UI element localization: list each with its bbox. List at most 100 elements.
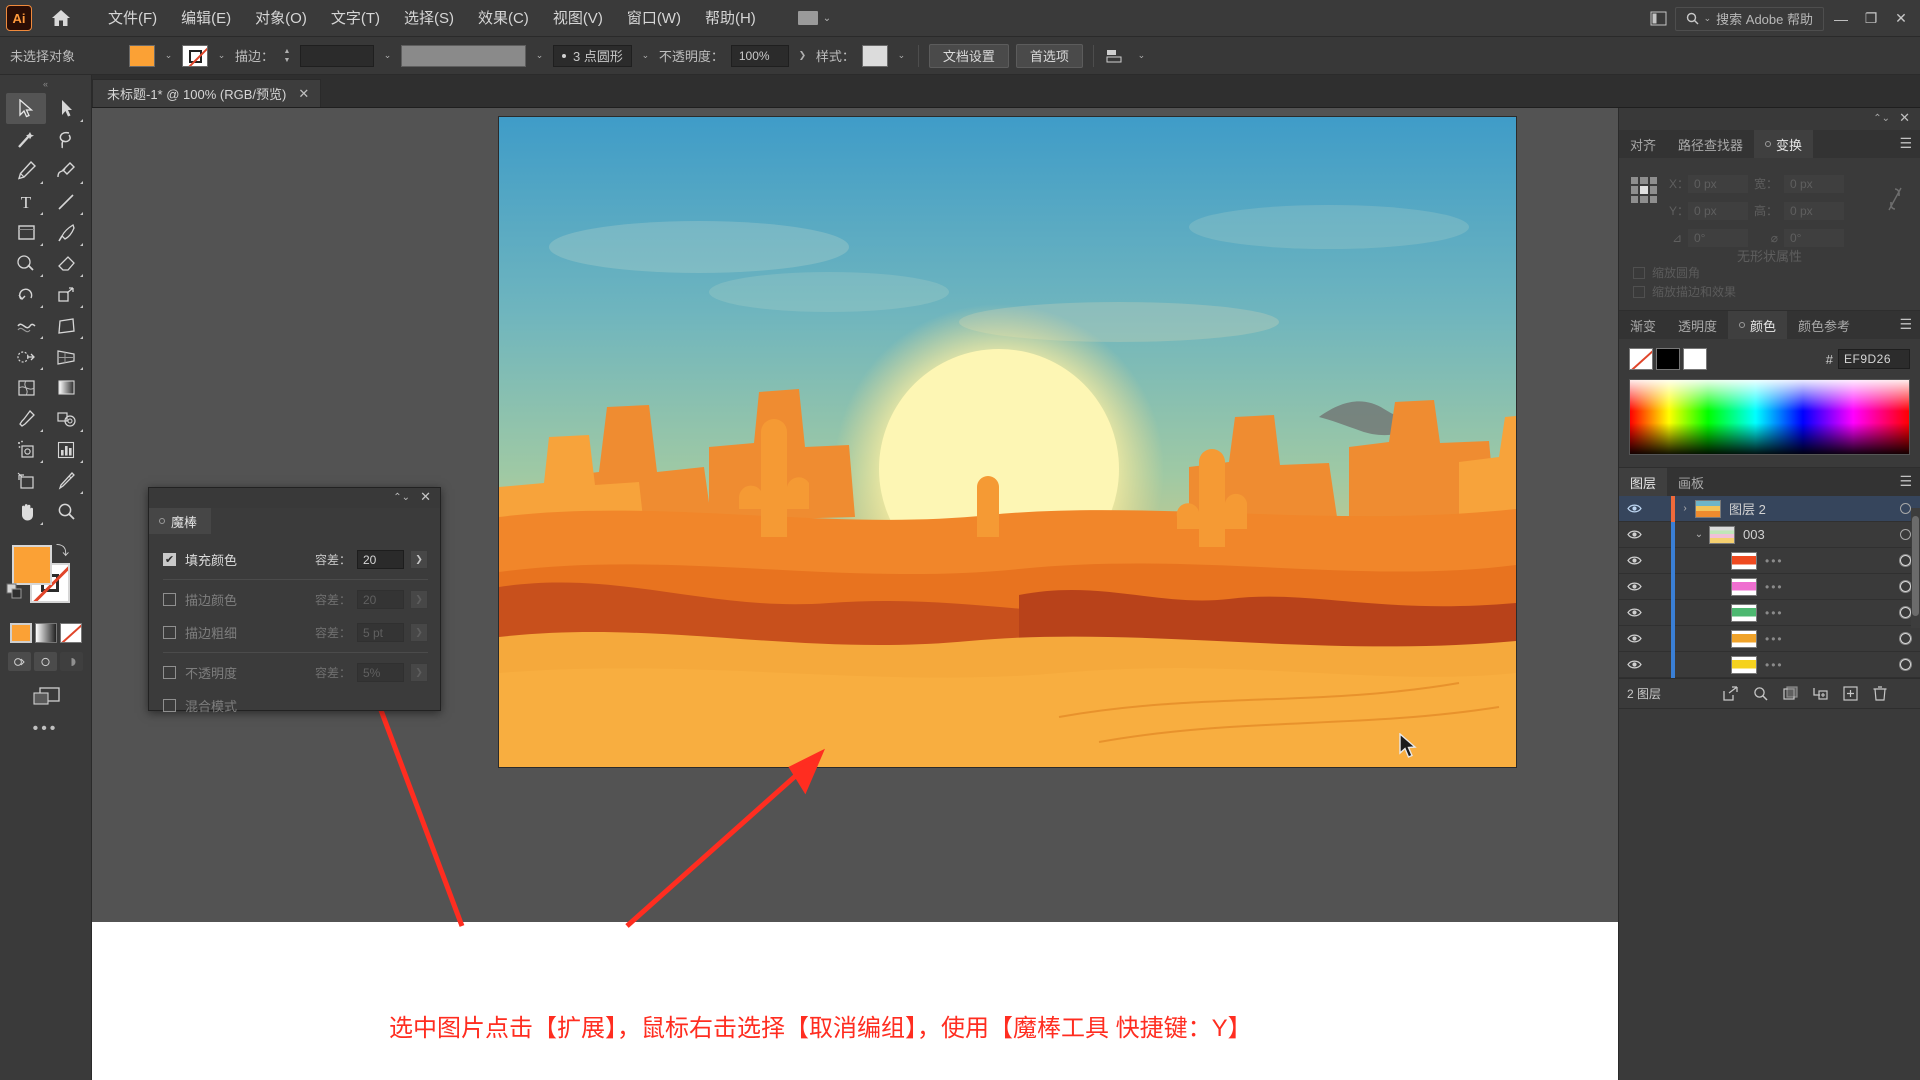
table-row[interactable]: ••• [1619,651,1920,678]
stroke-color-checkbox[interactable] [163,593,176,606]
menu-type[interactable]: 文字(T) [319,0,392,37]
close-button[interactable]: ✕ [1888,7,1914,31]
create-sublayer-icon[interactable] [1805,680,1835,708]
stroke-weight-stepper[interactable]: ▲ ▼ [281,45,293,67]
pen-tool[interactable] [6,155,46,186]
blending-mode-checkbox[interactable] [163,699,176,712]
width-input[interactable]: 0 px [1783,173,1845,194]
table-row[interactable]: ••• [1619,547,1920,574]
style-caret-icon[interactable]: ⌄ [895,46,908,66]
slice-tool[interactable] [46,465,86,496]
tab-pathfinder[interactable]: 路径查找器 [1667,130,1755,158]
create-new-layer-icon[interactable] [1835,680,1865,708]
color-fill-button[interactable] [9,623,32,643]
gradient-tool[interactable] [46,372,86,403]
home-icon[interactable] [46,5,76,31]
opacity-tolerance-input[interactable]: 5% [357,663,404,682]
eyedropper-tool[interactable] [6,403,46,434]
magic-wand-tab[interactable]: 魔棒 [149,508,211,534]
row-fill-color[interactable]: ✔ 填充颜色 容差： 20 ❯ [163,543,428,576]
artboard[interactable] [499,117,1516,767]
menu-window[interactable]: 窗口(W) [615,0,693,37]
layer-target-icon[interactable] [1890,633,1920,644]
rectangle-tool[interactable] [6,217,46,248]
opacity-field[interactable]: 100% [730,44,789,67]
magic-wand-titlebar[interactable]: ⌃⌄ ✕ [149,488,440,508]
draw-normal-button[interactable] [8,652,31,671]
free-transform-tool[interactable] [46,310,86,341]
default-fill-stroke-icon[interactable] [6,583,23,603]
visibility-icon[interactable] [1619,633,1649,644]
artboard-tool[interactable] [6,465,46,496]
black-color-swatch[interactable] [1656,348,1680,370]
angle-input[interactable]: 0° [1687,227,1749,248]
color-spectrum-bar[interactable] [1629,379,1910,455]
scale-corners-option[interactable]: 缩放圆角 [1633,263,1736,282]
make-clipping-mask-icon[interactable] [1775,680,1805,708]
paintbrush-tool[interactable] [46,217,86,248]
tab-transform[interactable]: 变换 [1754,130,1814,158]
tab-color-guide[interactable]: 颜色参考 [1787,311,1862,339]
search-help-box[interactable]: ⌄ 搜索 Adobe 帮助 [1674,6,1824,31]
toolbar-collapse-handle[interactable]: « [0,75,91,93]
y-input[interactable]: 0 px [1687,200,1749,221]
toolbar-fill-swatch[interactable] [12,545,52,585]
edit-toolbar-button[interactable]: ••• [0,720,91,738]
color-panel-menu-icon[interactable]: ☰ [1899,317,1912,331]
screen-mode-button[interactable] [0,684,91,708]
layer-target-icon[interactable] [1890,659,1920,670]
workspace-switcher[interactable]: ⌄ [790,6,839,30]
minimize-button[interactable]: — [1828,7,1854,31]
hand-tool[interactable] [6,496,46,527]
table-row[interactable]: ••• [1619,599,1920,626]
reference-point-selector[interactable] [1631,177,1657,203]
stroke-caret-icon[interactable]: ⌄ [215,46,228,66]
stroke-weight-field[interactable] [300,44,375,67]
selection-tool[interactable] [6,93,46,124]
height-input[interactable]: 0 px [1783,200,1845,221]
rotate-tool[interactable] [6,279,46,310]
layer-name[interactable]: ••• [1765,580,1890,594]
align-caret-icon[interactable]: ⌄ [1135,46,1148,66]
tab-gradient[interactable]: 渐变 [1619,311,1668,339]
layers-panel-menu-icon[interactable]: ☰ [1899,474,1912,488]
locate-object-icon[interactable] [1745,680,1775,708]
transform-titlebar[interactable]: ⌃⌄ ✕ [1619,108,1920,130]
opacity-checkbox[interactable] [163,666,176,679]
brush-definition-field[interactable]: 3 点圆形 [553,44,632,67]
restore-button[interactable]: ❐ [1858,7,1884,31]
shape-builder-tool[interactable] [6,341,46,372]
transform-panel-menu-icon[interactable]: ☰ [1899,136,1912,150]
none-color-swatch[interactable] [1629,348,1653,370]
visibility-icon[interactable] [1619,607,1649,618]
close-icon[interactable]: ✕ [298,86,309,102]
stroke-color-swatch[interactable] [182,44,208,67]
fill-color-checkbox[interactable]: ✔ [163,553,176,566]
none-fill-button[interactable] [59,623,82,643]
row-opacity[interactable]: 不透明度 容差： 5% ❯ [163,656,428,689]
align-to-icon[interactable] [1104,45,1128,67]
symbol-sprayer-tool[interactable] [6,434,46,465]
scale-corners-checkbox[interactable] [1633,266,1645,279]
collapse-icon[interactable]: ⌃⌄ [1873,113,1890,124]
visibility-icon[interactable] [1619,555,1649,566]
magic-wand-panel[interactable]: ⌃⌄ ✕ 魔棒 ✔ 填充颜色 容差： 20 ❯ 描边颜色 容差： 20 ❯ 描边… [148,487,441,714]
lasso-tool[interactable] [46,124,86,155]
visibility-icon[interactable] [1619,529,1649,540]
shaper-tool[interactable] [6,248,46,279]
chevron-right-icon[interactable]: › [1675,503,1695,514]
table-row[interactable]: ••• [1619,573,1920,600]
menu-help[interactable]: 帮助(H) [693,0,768,37]
fill-tolerance-expand-icon[interactable]: ❯ [410,550,428,569]
eraser-tool[interactable] [46,248,86,279]
width-tool[interactable] [6,310,46,341]
type-tool[interactable]: T [6,186,46,217]
layer-name[interactable]: 003 [1743,527,1890,542]
menu-select[interactable]: 选择(S) [392,0,466,37]
delete-layer-icon[interactable] [1865,680,1895,708]
arrange-documents-icon[interactable] [1647,9,1671,29]
row-stroke-weight[interactable]: 描边粗细 容差： 5 pt ❯ [163,616,428,649]
scale-tool[interactable] [46,279,86,310]
release-to-layers-icon[interactable] [1715,680,1745,708]
draw-inside-button[interactable] [60,652,83,671]
